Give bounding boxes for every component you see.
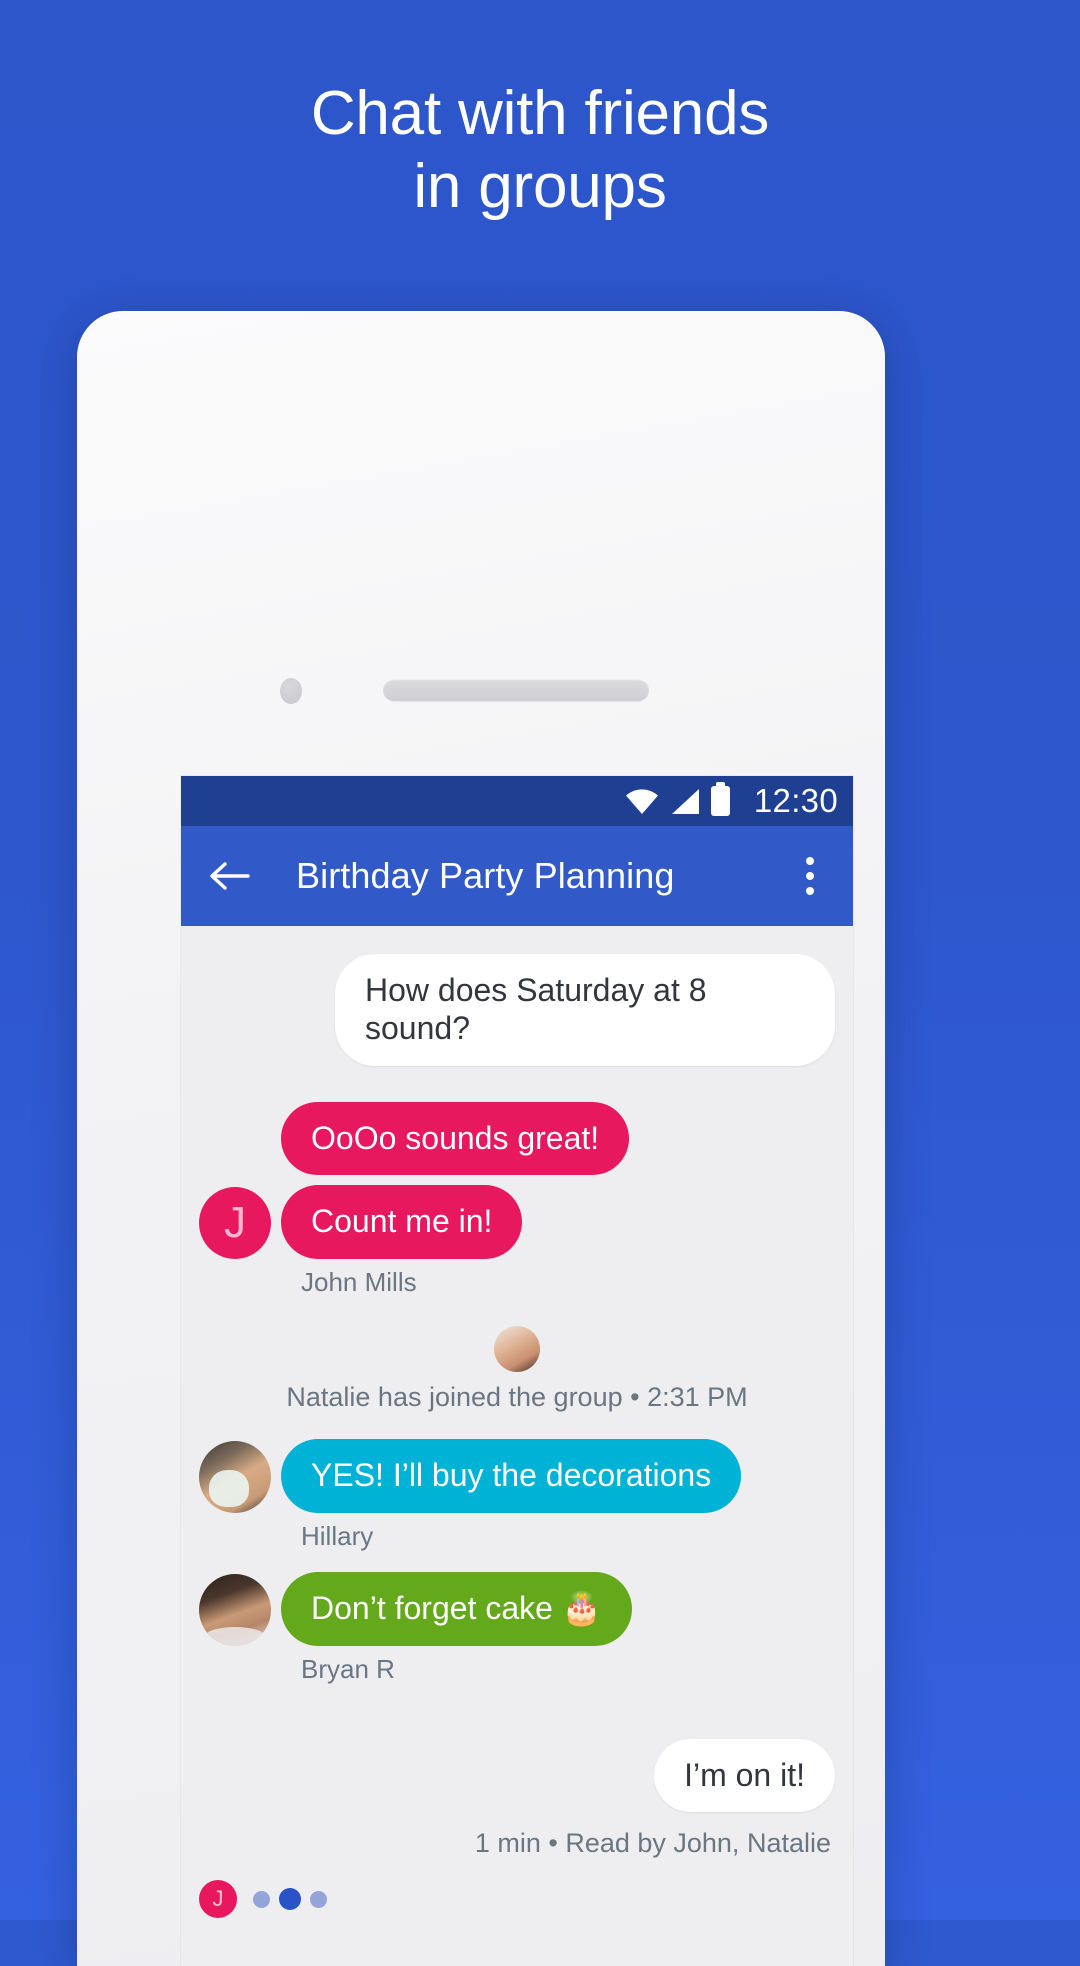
status-bar-clock: 12:30 <box>753 782 838 819</box>
battery-icon <box>710 782 730 816</box>
avatar-image <box>199 1440 271 1513</box>
message-bubble[interactable]: Don’t forget cake 🎂 <box>281 1571 632 1646</box>
system-notice: Natalie has joined the group • 2:31 PM <box>181 1326 853 1413</box>
wifi-icon <box>625 789 658 814</box>
message-sender: Hillary <box>301 1520 374 1551</box>
message-row: Don’t forget cake 🎂 <box>181 1571 853 1646</box>
conversation-list[interactable]: How does Saturday at 8 sound? OoOo sound… <box>181 926 853 1936</box>
avatar[interactable] <box>199 1573 271 1646</box>
avatar-image <box>494 1326 540 1372</box>
headline-line-2: in groups <box>413 151 667 221</box>
front-camera-icon <box>280 678 302 704</box>
message-bubble[interactable]: YES! I’ll buy the decorations <box>281 1439 742 1513</box>
phone-mockup: 12:30 Birthday Party Planning How does S… <box>77 311 885 1966</box>
headline-line-1: Chat with friends <box>310 79 770 148</box>
typing-dot <box>310 1890 327 1908</box>
message-row: YES! I’ll buy the decorations <box>181 1439 853 1513</box>
typing-dot <box>253 1890 270 1908</box>
overflow-dot <box>806 857 814 865</box>
system-notice-text: Natalie has joined the group • 2:31 PM <box>286 1382 748 1412</box>
message-bubble[interactable]: OoOo sounds great! <box>281 1101 630 1176</box>
avatar-image <box>199 1573 271 1646</box>
avatar[interactable]: J <box>199 1187 271 1259</box>
page-title: Birthday Party Planning <box>296 855 675 896</box>
overflow-dot <box>806 872 814 880</box>
message-sender: Bryan R <box>301 1653 395 1684</box>
overflow-dot <box>806 887 814 895</box>
avatar <box>494 1326 540 1372</box>
avatar: J <box>199 1880 237 1918</box>
message-row: I’m on it! <box>181 1738 853 1813</box>
overflow-menu-icon[interactable] <box>805 857 815 895</box>
signal-icon <box>671 788 699 814</box>
back-arrow-icon[interactable] <box>207 854 251 898</box>
avatar[interactable] <box>199 1440 271 1513</box>
message-row: J Count me in! <box>181 1185 853 1259</box>
message-bubble[interactable]: Count me in! <box>281 1185 523 1259</box>
message-bubble[interactable]: How does Saturday at 8 sound? <box>335 954 835 1066</box>
read-receipt: 1 min • Read by John, Natalie <box>474 1828 831 1859</box>
status-bar: 12:30 <box>181 776 853 826</box>
promo-headline: Chat with friends in groups <box>0 78 1080 223</box>
message-row: OoOo sounds great! <box>181 1101 853 1176</box>
message-sender: John Mills <box>301 1267 417 1297</box>
typing-indicator: J <box>181 1880 345 1918</box>
app-bar: Birthday Party Planning <box>181 826 853 926</box>
avatar-spacer <box>199 1103 271 1175</box>
message-bubble[interactable]: I’m on it! <box>654 1738 835 1813</box>
typing-dots-icon <box>253 1888 327 1910</box>
status-bar-icons: 12:30 <box>625 782 838 820</box>
phone-screen: 12:30 Birthday Party Planning How does S… <box>181 776 853 1966</box>
message-row: How does Saturday at 8 sound? <box>181 954 853 1066</box>
typing-dot <box>279 1888 301 1910</box>
earpiece-speaker <box>383 679 649 701</box>
